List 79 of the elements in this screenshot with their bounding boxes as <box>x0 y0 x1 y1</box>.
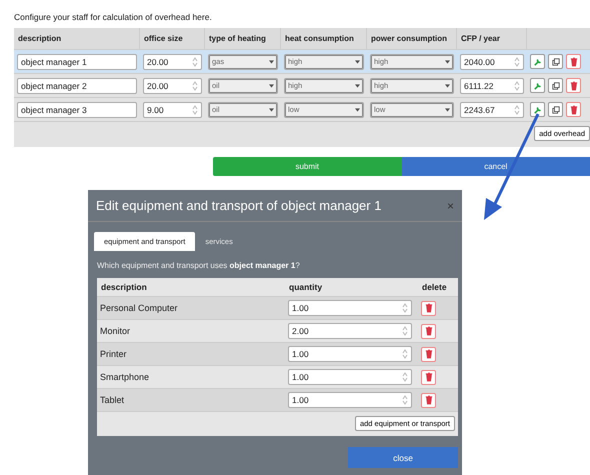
quantity-field[interactable]: 1.00 <box>288 392 412 408</box>
delete-button[interactable] <box>566 54 581 69</box>
caret-icon <box>269 60 274 64</box>
caret-icon <box>269 84 274 88</box>
caret-icon <box>355 108 360 112</box>
description-field[interactable]: object manager 2 <box>17 78 137 94</box>
copy-button[interactable] <box>548 78 563 93</box>
quantity-field[interactable]: 1.00 <box>288 300 412 316</box>
wrench-icon <box>534 58 542 66</box>
quantity-field[interactable]: 1.00 <box>288 346 412 362</box>
spinner-icon[interactable] <box>192 104 198 114</box>
spinner-icon[interactable] <box>514 56 520 66</box>
delete-button[interactable] <box>421 346 436 362</box>
trash-icon <box>424 349 432 359</box>
delete-button[interactable] <box>421 370 436 384</box>
column-header: description <box>100 281 148 294</box>
caret-icon <box>269 108 274 112</box>
table-cell: Tablet <box>97 388 285 411</box>
table-cell: Monitor <box>97 319 285 342</box>
quantity-field[interactable]: 2.00 <box>288 323 412 339</box>
intro-text: Configure your staff for calculation of overhead here. <box>13 11 213 24</box>
delete-button[interactable] <box>421 324 436 338</box>
column-header: CFP / year <box>457 28 527 49</box>
description-field[interactable]: object manager 3 <box>17 102 137 118</box>
table-cell: Personal Computer <box>97 296 285 319</box>
column-header: description <box>14 28 140 49</box>
dialog-title: Edit equipment and transport of object manager 1 <box>96 198 382 213</box>
table-cell: Printer <box>97 342 285 365</box>
caret-icon <box>445 84 450 88</box>
number-field[interactable]: 6111.22 <box>460 78 524 94</box>
edit-button[interactable] <box>530 102 545 117</box>
spinner-icon[interactable] <box>192 80 198 90</box>
delete-button[interactable] <box>421 300 436 316</box>
column-header: heat consumption <box>281 28 367 49</box>
cancel-button[interactable]: cancel <box>402 157 590 176</box>
copy-icon <box>552 106 560 114</box>
wrench-icon <box>534 106 542 114</box>
trash-icon <box>570 104 578 114</box>
copy-button[interactable] <box>548 102 563 117</box>
trash-icon <box>424 326 432 336</box>
number-field[interactable]: 9.00 <box>143 102 202 118</box>
trash-icon <box>570 56 578 66</box>
trash-icon <box>424 372 432 382</box>
spinner-icon[interactable] <box>402 372 408 382</box>
number-field[interactable]: 20.00 <box>143 78 202 94</box>
column-header: office size <box>140 28 205 49</box>
caret-icon <box>445 108 450 112</box>
column-header: quantity <box>288 281 324 294</box>
copy-icon <box>552 58 560 66</box>
caret-icon <box>355 84 360 88</box>
spinner-icon[interactable] <box>514 80 520 90</box>
spinner-icon[interactable] <box>402 303 408 313</box>
close-button[interactable]: close <box>348 447 458 468</box>
quantity-field[interactable]: 1.00 <box>288 369 412 385</box>
question-text: Which equipment and transport uses object manager 1? <box>96 260 301 272</box>
copy-button[interactable] <box>548 54 563 69</box>
spinner-icon[interactable] <box>192 56 198 66</box>
delete-button[interactable] <box>566 78 581 93</box>
trash-icon <box>424 395 432 405</box>
trash-icon <box>570 80 578 90</box>
number-field[interactable]: 20.00 <box>143 54 202 70</box>
copy-icon <box>552 82 560 90</box>
spinner-icon[interactable] <box>514 104 520 114</box>
trash-icon <box>424 303 432 313</box>
spinner-icon[interactable] <box>402 326 408 336</box>
caret-icon <box>445 60 450 64</box>
delete-button[interactable] <box>421 392 436 408</box>
column-header: type of heating <box>205 28 281 49</box>
number-field[interactable]: 2243.67 <box>460 102 524 118</box>
table-cell: Smartphone <box>97 365 285 388</box>
delete-button[interactable] <box>566 102 581 117</box>
caret-icon <box>355 60 360 64</box>
description-field[interactable]: object manager 1 <box>17 54 137 70</box>
column-header: power consumption <box>367 28 457 49</box>
number-field[interactable]: 2040.00 <box>460 54 524 70</box>
spinner-icon[interactable] <box>402 349 408 359</box>
spinner-icon[interactable] <box>402 395 408 405</box>
column-header: delete <box>421 281 448 294</box>
wrench-icon <box>534 82 542 90</box>
